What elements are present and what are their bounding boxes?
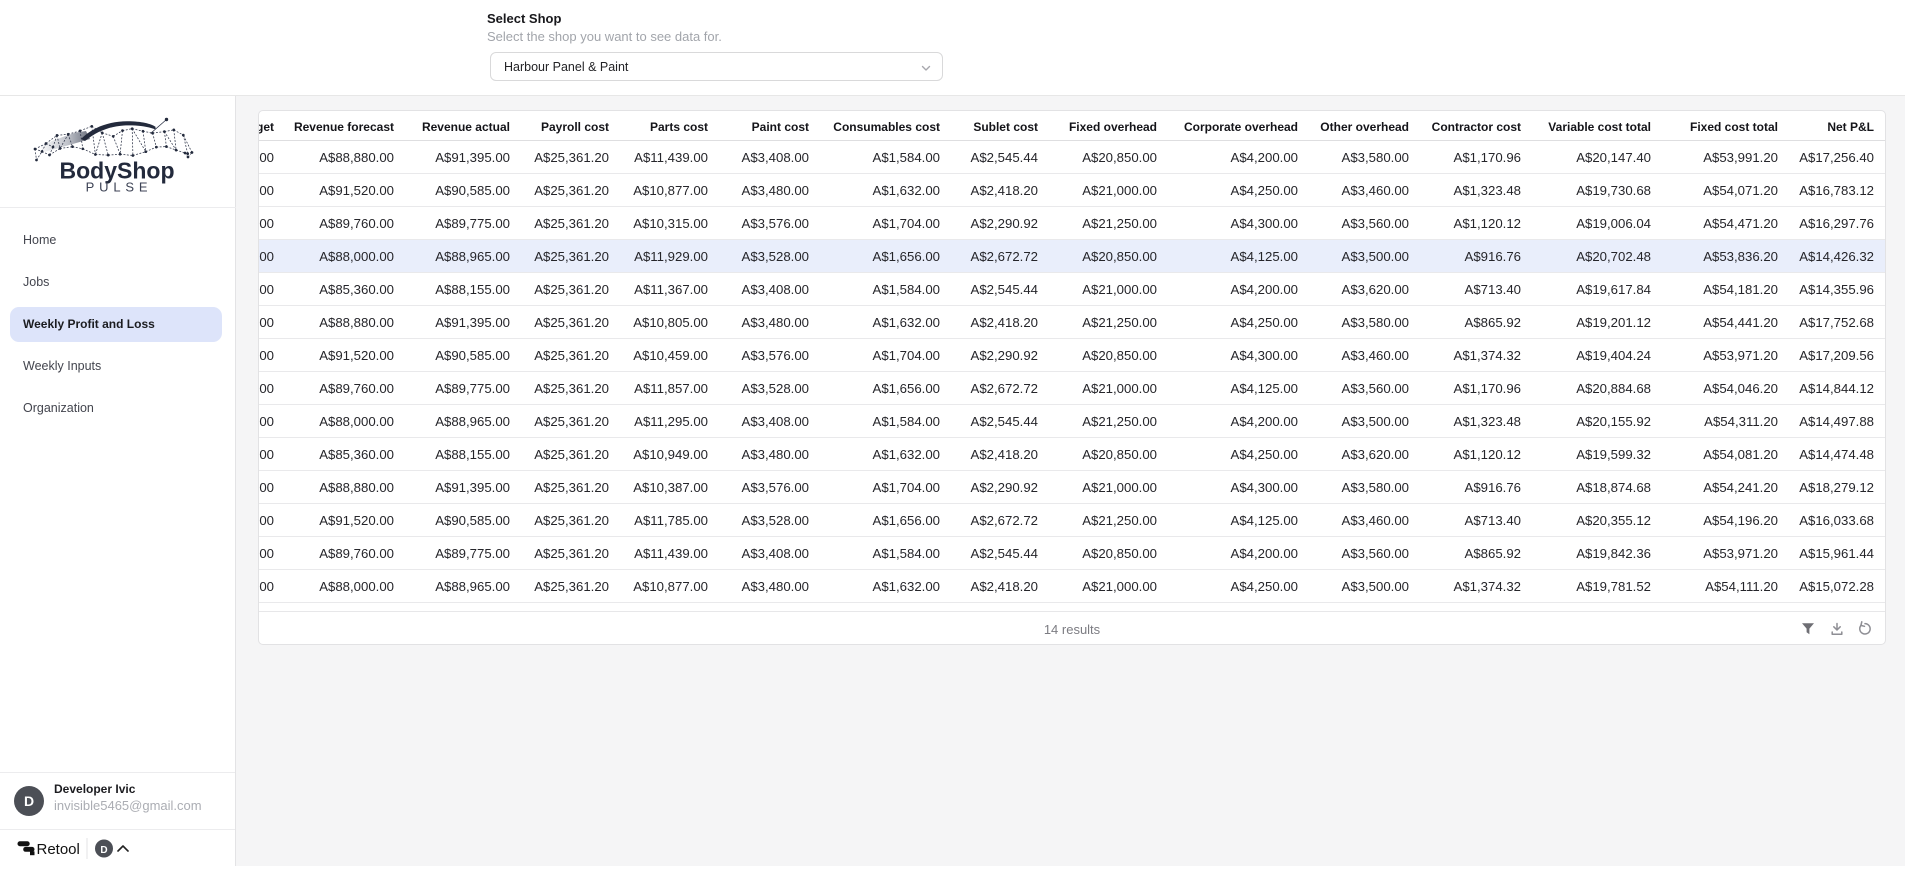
svg-text:D: D: [100, 845, 107, 856]
svg-text:Retool: Retool: [37, 841, 80, 858]
svg-text:PULSE: PULSE: [86, 180, 153, 195]
